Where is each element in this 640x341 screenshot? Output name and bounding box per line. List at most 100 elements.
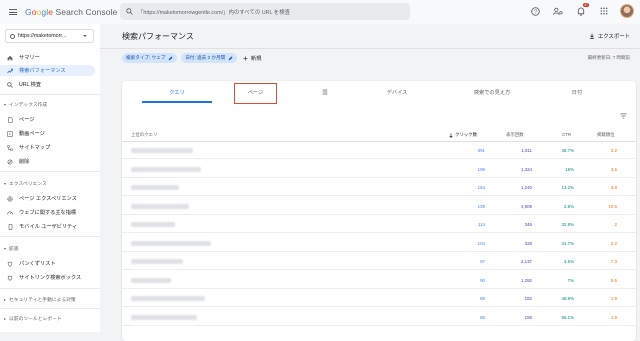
tab-queries[interactable]: クエリ bbox=[142, 81, 212, 103]
clicks-cell: 104 bbox=[477, 240, 485, 246]
trending-up-icon bbox=[7, 68, 13, 74]
impressions-cell: 1,240 bbox=[521, 185, 532, 190]
sidebar-item-breadcrumbs[interactable]: パンくずリスト bbox=[0, 258, 95, 269]
export-button[interactable]: エクスポート bbox=[589, 32, 630, 40]
position-cell: 5.5 bbox=[610, 277, 617, 283]
clicks-cell: 86 bbox=[480, 314, 485, 320]
sidebar-item-performance[interactable]: 検索パフォーマンス bbox=[0, 65, 95, 76]
clicks-cell: 139 bbox=[477, 203, 485, 209]
clicks-cell: 391 bbox=[477, 148, 485, 153]
download-icon bbox=[589, 33, 594, 39]
section-label: セキュリティと手動による対策 bbox=[9, 298, 76, 303]
table-row[interactable]: 164 1,240 13.2% 3.8 bbox=[122, 180, 636, 196]
menu-icon[interactable] bbox=[9, 9, 17, 15]
table-row[interactable]: 89 182 48.9% 1.9 bbox=[122, 291, 636, 307]
table-row[interactable]: 90 1,292 7% 5.5 bbox=[122, 273, 636, 289]
expand-icon bbox=[4, 182, 6, 185]
property-name: https://maketomorr... bbox=[18, 33, 67, 39]
search-type-chip[interactable]: 検索タイプ: ウェブ bbox=[122, 53, 178, 63]
section-experience[interactable]: エクスペリエンス bbox=[4, 180, 47, 187]
sidebar-item-page-experience[interactable]: ページ エクスペリエンス bbox=[0, 193, 95, 204]
ctr-cell: 15% bbox=[565, 166, 574, 172]
search-placeholder: 「https://maketomorrowgentle.com/」内のすべての … bbox=[138, 9, 290, 16]
clicks-cell: 89 bbox=[480, 296, 485, 301]
column-header-impressions[interactable]: 表示回数 bbox=[506, 132, 524, 138]
account-avatar[interactable] bbox=[620, 4, 634, 18]
section-label: エクスペリエンス bbox=[9, 182, 47, 187]
clicks-cell: 114 bbox=[478, 222, 485, 227]
column-header-ctr[interactable]: CTR bbox=[562, 132, 571, 137]
table-header: 上位のクエリ クリック数 表示回数 CTR 掲載順位 bbox=[122, 128, 636, 142]
impressions-cell: 2,137 bbox=[521, 259, 532, 264]
filter-icon[interactable] bbox=[620, 113, 627, 121]
tab-devices[interactable]: デバイス bbox=[367, 81, 427, 103]
property-selector[interactable]: https://maketomorr... bbox=[5, 29, 94, 43]
top-bar: Google Search Console 「https://maketomor… bbox=[0, 0, 640, 24]
sidebar: https://maketomorr... サマリー 検索パフォーマンス URL… bbox=[0, 24, 100, 332]
table-row[interactable]: 391 1,011 38.7% 3.2 bbox=[122, 143, 636, 159]
impressions-cell: 328 bbox=[524, 240, 532, 246]
sidebar-item-label: ページ bbox=[19, 117, 35, 123]
logo-google: Google bbox=[25, 7, 54, 17]
query-cell-redacted bbox=[131, 222, 175, 227]
new-label: 新規 bbox=[250, 56, 262, 62]
section-label: 拡張 bbox=[9, 247, 19, 252]
table-row[interactable]: 139 4,909 2.8% 10.5 bbox=[122, 199, 636, 215]
sidebar-item-sitelinks-searchbox[interactable]: サイトリンク検索ボックス bbox=[0, 272, 95, 283]
help-icon[interactable]: ? bbox=[528, 4, 542, 18]
query-cell-redacted bbox=[131, 240, 211, 246]
query-cell-redacted bbox=[131, 166, 201, 172]
sidebar-item-label: パンくずリスト bbox=[19, 261, 56, 267]
section-legacy-tools[interactable]: 以前のツールとレポート bbox=[4, 315, 62, 322]
ctr-cell: 2.8% bbox=[563, 203, 574, 209]
url-inspection-search[interactable]: 「https://maketomorrowgentle.com/」内のすべての … bbox=[120, 3, 410, 20]
sidebar-item-label: 削除 bbox=[19, 159, 30, 165]
apps-icon[interactable] bbox=[597, 4, 611, 18]
column-header-query[interactable]: 上位のクエリ bbox=[131, 132, 157, 138]
section-enhancements[interactable]: 拡張 bbox=[4, 245, 19, 252]
table-row[interactable]: 199 1,324 15% 3.6 bbox=[122, 162, 636, 178]
chip-label: 日付: 過去 3 か月間 bbox=[185, 55, 226, 60]
sidebar-item-removals[interactable]: 削除 bbox=[0, 156, 95, 167]
notifications-icon[interactable]: 47 bbox=[574, 3, 589, 18]
tab-search-appearance[interactable]: 検索での見え方 bbox=[452, 81, 532, 103]
section-indexing[interactable]: インデックス作成 bbox=[4, 101, 47, 108]
ctr-cell: 13.2% bbox=[561, 185, 574, 190]
date-range-chip[interactable]: 日付: 過去 3 か月間 bbox=[181, 53, 238, 63]
column-label: クリック数 bbox=[455, 132, 477, 137]
sidebar-item-summary[interactable]: サマリー bbox=[0, 52, 95, 63]
sidebar-item-core-web-vitals[interactable]: ウェブに関する主な指標 bbox=[0, 207, 95, 218]
impressions-cell: 346 bbox=[524, 222, 532, 227]
expand-icon bbox=[4, 247, 6, 250]
table-row[interactable]: 97 2,137 4.5% 7.3 bbox=[122, 254, 636, 270]
table-row[interactable]: 104 328 31.7% 2.2 bbox=[122, 236, 636, 252]
impressions-cell: 1,324 bbox=[521, 166, 532, 172]
logo-product: Search Console bbox=[55, 7, 118, 17]
sidebar-item-url-inspection[interactable]: URL 検査 bbox=[0, 79, 95, 90]
expand-icon bbox=[4, 317, 6, 320]
position-cell: 2 bbox=[614, 222, 617, 227]
ctr-cell: 4.5% bbox=[563, 259, 574, 264]
sidebar-item-pages[interactable]: ページ bbox=[0, 114, 95, 125]
sidebar-item-video-pages[interactable]: 動画ページ bbox=[0, 128, 95, 139]
section-security[interactable]: セキュリティと手動による対策 bbox=[4, 296, 76, 303]
ctr-cell: 38.7% bbox=[561, 148, 574, 153]
app-logo[interactable]: Google Search Console bbox=[25, 7, 117, 17]
users-settings-icon[interactable] bbox=[551, 4, 565, 18]
column-header-position[interactable]: 掲載順位 bbox=[597, 132, 615, 138]
column-header-clicks[interactable]: クリック数 bbox=[449, 132, 477, 138]
table-row[interactable]: 114 346 32.9% 2 bbox=[122, 217, 636, 233]
tab-dates[interactable]: 日付 bbox=[552, 81, 602, 103]
sidebar-item-sitemaps[interactable]: サイトマップ bbox=[0, 142, 95, 153]
globe-icon bbox=[10, 33, 15, 39]
ctr-cell: 48.9% bbox=[561, 296, 574, 301]
tab-countries[interactable]: 国 bbox=[300, 81, 350, 103]
new-filter-button[interactable]: + 新規 bbox=[243, 54, 261, 63]
page-title: 検索パフォーマンス bbox=[122, 32, 194, 41]
remove-icon bbox=[7, 159, 13, 165]
performance-table-card: クエリ ページ 国 デバイス 検索での見え方 日付 上位のクエリ クリック数 表… bbox=[122, 81, 636, 341]
table-row[interactable]: 86 156 55.1% 1.9 bbox=[122, 310, 636, 326]
query-cell-redacted bbox=[131, 277, 171, 283]
video-page-icon bbox=[7, 130, 13, 137]
sidebar-item-mobile-usability[interactable]: モバイル ユーザビリティ bbox=[0, 221, 95, 232]
